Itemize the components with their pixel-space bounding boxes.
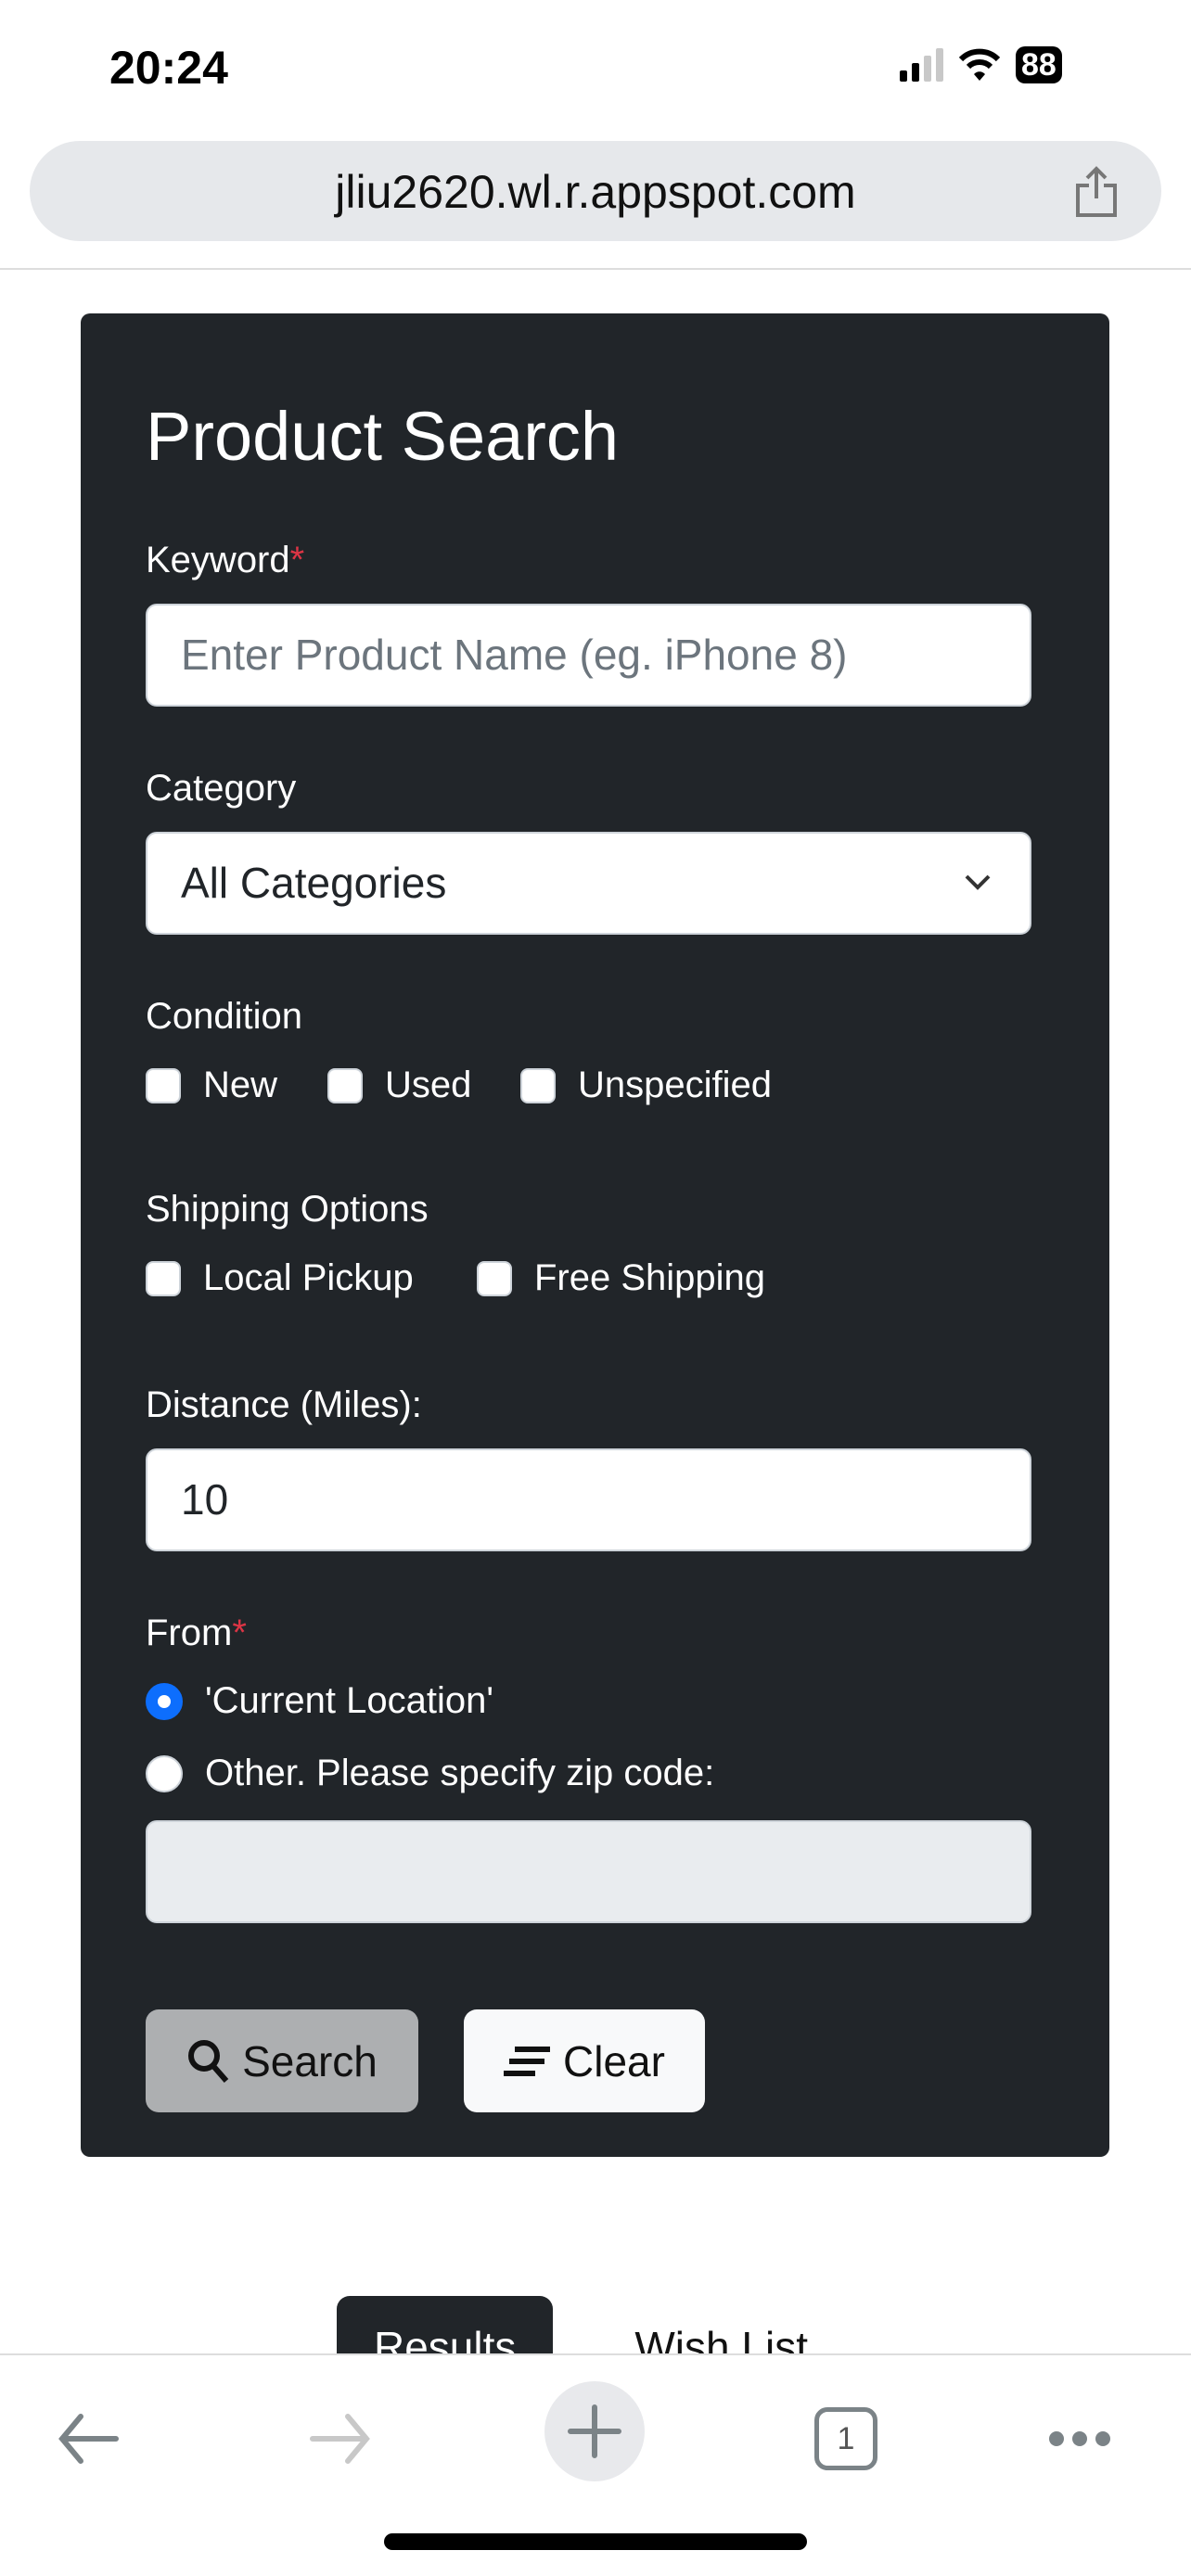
checkbox[interactable] bbox=[146, 1260, 181, 1296]
radio-button[interactable] bbox=[146, 1754, 183, 1792]
condition-label: Condition bbox=[146, 996, 303, 1037]
distance-label: Distance (Miles): bbox=[146, 1384, 422, 1425]
wifi-icon bbox=[958, 48, 1001, 81]
checkbox[interactable] bbox=[520, 1067, 556, 1103]
back-button[interactable] bbox=[41, 2392, 134, 2485]
from-current-location[interactable]: 'Current Location' bbox=[146, 1680, 493, 1722]
checkbox-label: Local Pickup bbox=[203, 1257, 414, 1298]
divider bbox=[0, 268, 1191, 270]
share-icon[interactable] bbox=[1072, 165, 1121, 219]
back-arrow-icon bbox=[58, 2414, 119, 2464]
keyword-label-text: Keyword bbox=[146, 540, 290, 580]
url-text[interactable]: jliu2620.wl.r.appspot.com bbox=[30, 165, 1161, 219]
checkbox[interactable] bbox=[477, 1260, 512, 1296]
category-select[interactable]: All Categories bbox=[146, 832, 1031, 935]
keyword-input[interactable]: Enter Product Name (eg. iPhone 8) bbox=[146, 604, 1031, 707]
checkbox-label: Free Shipping bbox=[534, 1257, 766, 1298]
signal-icon bbox=[900, 48, 943, 82]
clear-icon bbox=[504, 2046, 551, 2076]
shipping-label: Shipping Options bbox=[146, 1189, 429, 1230]
required-marker: * bbox=[232, 1613, 247, 1653]
shipping-free-shipping[interactable]: Free Shipping bbox=[477, 1257, 765, 1299]
page-title: Product Search bbox=[146, 398, 620, 475]
condition-new[interactable]: New bbox=[146, 1065, 277, 1106]
from-label-text: From bbox=[146, 1613, 233, 1653]
chevron-down-icon bbox=[965, 874, 991, 890]
tabs-button[interactable]: 1 bbox=[800, 2392, 892, 2485]
battery-indicator: 88 bbox=[1016, 46, 1062, 83]
address-bar[interactable]: jliu2620.wl.r.appspot.com bbox=[30, 141, 1161, 241]
clear-button-label: Clear bbox=[563, 2036, 665, 2085]
search-icon bbox=[188, 2039, 229, 2083]
clear-button[interactable]: Clear bbox=[464, 2009, 705, 2112]
search-button[interactable]: Search bbox=[146, 2009, 418, 2112]
from-other-zip[interactable]: Other. Please specify zip code: bbox=[146, 1753, 714, 1794]
checkbox[interactable] bbox=[327, 1067, 363, 1103]
plus-icon bbox=[568, 2404, 621, 2458]
forward-arrow-icon bbox=[310, 2414, 370, 2464]
tab-count: 1 bbox=[814, 2407, 877, 2470]
home-indicator bbox=[384, 2533, 807, 2550]
radio-button[interactable] bbox=[146, 1682, 183, 1720]
checkbox-label: Unspecified bbox=[578, 1065, 773, 1105]
forward-button[interactable] bbox=[295, 2392, 388, 2485]
checkbox-label: Used bbox=[385, 1065, 472, 1105]
zip-code-input[interactable] bbox=[146, 1820, 1031, 1923]
radio-label: Other. Please specify zip code: bbox=[205, 1753, 715, 1793]
from-label: From* bbox=[146, 1613, 247, 1654]
required-marker: * bbox=[289, 540, 305, 580]
category-selected: All Categories bbox=[181, 859, 447, 907]
radio-label: 'Current Location' bbox=[205, 1680, 493, 1721]
more-icon bbox=[1049, 2431, 1110, 2446]
category-label: Category bbox=[146, 768, 297, 809]
keyword-label: Keyword* bbox=[146, 540, 304, 581]
distance-input[interactable]: 10 bbox=[146, 1448, 1031, 1551]
condition-unspecified[interactable]: Unspecified bbox=[520, 1065, 772, 1106]
status-time: 20:24 bbox=[109, 42, 228, 94]
more-button[interactable] bbox=[1033, 2392, 1126, 2485]
checkbox[interactable] bbox=[146, 1067, 181, 1103]
status-icons: 88 bbox=[900, 46, 1062, 83]
checkbox-label: New bbox=[203, 1065, 278, 1105]
condition-used[interactable]: Used bbox=[327, 1065, 471, 1106]
search-button-label: Search bbox=[242, 2036, 378, 2085]
new-tab-button[interactable] bbox=[544, 2381, 645, 2481]
shipping-local-pickup[interactable]: Local Pickup bbox=[146, 1257, 414, 1299]
